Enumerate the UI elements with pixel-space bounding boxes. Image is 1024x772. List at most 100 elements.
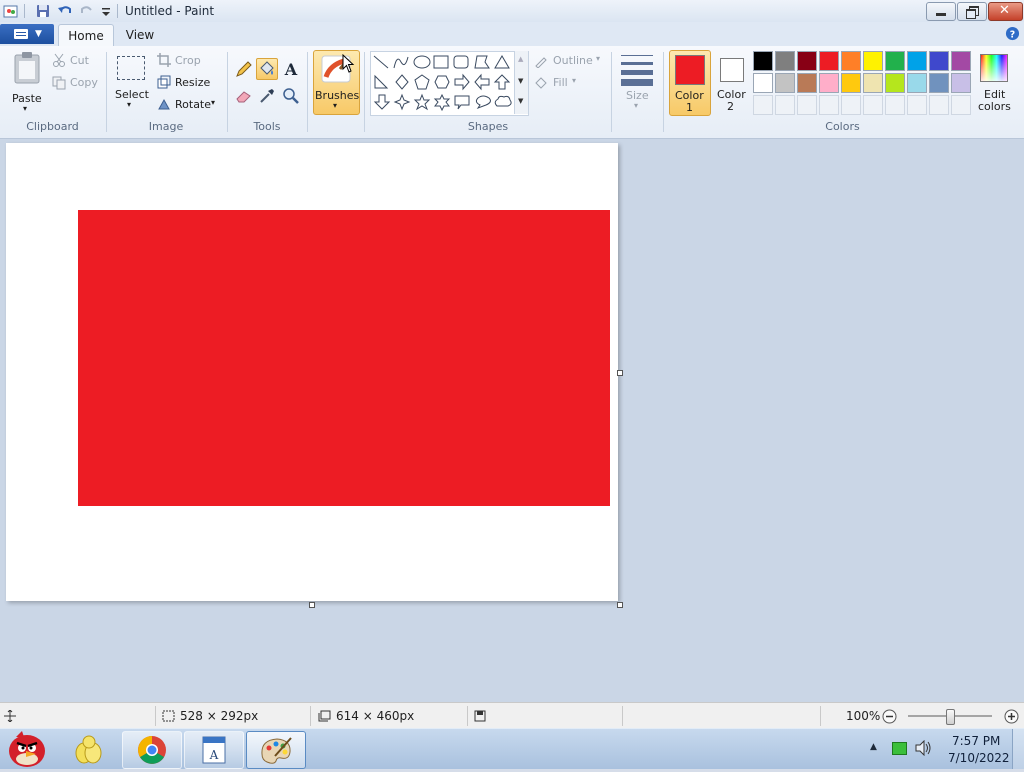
color2-button[interactable]: Color 2	[714, 50, 750, 114]
color1-button[interactable]: Color 1	[669, 50, 711, 116]
rounded-rectangle-shape-icon[interactable]	[453, 55, 469, 69]
help-icon[interactable]: ?	[1005, 26, 1020, 41]
palette-color-swatch[interactable]	[797, 73, 817, 93]
right-arrow-shape-icon[interactable]	[454, 73, 470, 91]
palette-color-swatch[interactable]	[863, 51, 883, 71]
taskbar-chrome-button[interactable]	[122, 731, 182, 769]
custom-color-slot[interactable]	[863, 95, 883, 115]
paint-app-icon[interactable]	[3, 3, 19, 19]
taskbar-explorer-button[interactable]	[60, 731, 118, 767]
palette-color-swatch[interactable]	[819, 51, 839, 71]
rounded-callout-shape-icon[interactable]	[454, 95, 470, 110]
oval-shape-icon[interactable]	[413, 55, 431, 69]
diamond-shape-icon[interactable]	[395, 74, 409, 90]
palette-color-swatch[interactable]	[753, 51, 773, 71]
palette-color-swatch[interactable]	[907, 73, 927, 93]
palette-color-swatch[interactable]	[863, 73, 883, 93]
custom-color-slot[interactable]	[907, 95, 927, 115]
pencil-tool[interactable]	[233, 58, 255, 80]
palette-color-swatch[interactable]	[775, 73, 795, 93]
canvas-resize-handle-corner[interactable]	[617, 602, 623, 608]
down-arrow-shape-icon[interactable]	[373, 94, 391, 110]
palette-color-swatch[interactable]	[819, 73, 839, 93]
paint-menu-button[interactable]: ▼	[0, 24, 54, 44]
shapes-scrollbar[interactable]: ▲ ▼ ▼	[514, 51, 528, 114]
crop-button[interactable]: Crop	[175, 54, 201, 67]
custom-color-slot[interactable]	[819, 95, 839, 115]
right-triangle-shape-icon[interactable]	[374, 74, 389, 89]
cut-button[interactable]: Cut	[70, 54, 89, 67]
tab-home[interactable]: Home	[58, 24, 114, 47]
show-hidden-icons-button[interactable]: ▲	[870, 742, 877, 752]
minimize-button[interactable]	[926, 2, 956, 21]
palette-color-swatch[interactable]	[929, 73, 949, 93]
custom-color-slot[interactable]	[885, 95, 905, 115]
custom-color-slot[interactable]	[841, 95, 861, 115]
custom-color-slot[interactable]	[929, 95, 949, 115]
custom-color-slot[interactable]	[775, 95, 795, 115]
palette-color-swatch[interactable]	[841, 73, 861, 93]
pentagon-shape-icon[interactable]	[414, 74, 430, 90]
drawing-canvas[interactable]	[6, 143, 618, 601]
five-point-star-shape-icon[interactable]	[413, 93, 431, 111]
eraser-tool[interactable]	[233, 85, 255, 107]
network-icon[interactable]	[892, 742, 907, 755]
fill-tool[interactable]	[256, 58, 278, 80]
canvas-resize-handle-right[interactable]	[617, 370, 623, 376]
oval-callout-shape-icon[interactable]	[475, 95, 491, 110]
four-point-star-shape-icon[interactable]	[393, 93, 411, 111]
magnifier-tool[interactable]	[280, 85, 302, 107]
palette-color-swatch[interactable]	[907, 51, 927, 71]
palette-color-swatch[interactable]	[951, 73, 971, 93]
canvas-resize-handle-bottom[interactable]	[309, 602, 315, 608]
curve-shape-icon[interactable]	[393, 56, 409, 69]
custom-color-slot[interactable]	[753, 95, 773, 115]
custom-color-slot[interactable]	[797, 95, 817, 115]
custom-color-slot[interactable]	[951, 95, 971, 115]
rotate-button[interactable]: Rotate	[175, 98, 211, 111]
scroll-up-icon[interactable]: ▲	[518, 55, 523, 63]
restore-button[interactable]	[957, 2, 987, 21]
palette-color-swatch[interactable]	[929, 51, 949, 71]
zoom-slider-thumb[interactable]	[946, 709, 955, 725]
volume-icon[interactable]	[914, 740, 932, 756]
scroll-down-icon[interactable]: ▼	[518, 77, 523, 85]
clock-time[interactable]: 7:57 PM	[952, 734, 1000, 748]
palette-color-swatch[interactable]	[885, 73, 905, 93]
copy-button[interactable]: Copy	[70, 76, 98, 89]
left-arrow-shape-icon[interactable]	[474, 73, 490, 91]
triangle-shape-icon[interactable]	[494, 55, 510, 69]
outline-dropdown[interactable]: Outline	[553, 54, 593, 67]
rectangle-shape-icon[interactable]	[433, 55, 449, 69]
six-point-star-shape-icon[interactable]	[433, 93, 451, 112]
redo-icon[interactable]	[79, 3, 95, 19]
undo-icon[interactable]	[57, 3, 73, 19]
hexagon-shape-icon[interactable]	[434, 75, 450, 89]
tab-view[interactable]: View	[118, 24, 162, 46]
select-button[interactable]: Select ▾	[113, 52, 149, 114]
palette-color-swatch[interactable]	[885, 51, 905, 71]
zoom-out-icon[interactable]	[882, 709, 897, 724]
show-desktop-button[interactable]	[1012, 729, 1024, 769]
size-button[interactable]: Size ▾	[617, 52, 657, 114]
cloud-callout-shape-icon[interactable]	[494, 95, 512, 107]
palette-color-swatch[interactable]	[775, 51, 795, 71]
clock-date[interactable]: 7/10/2022	[948, 751, 1010, 765]
palette-color-swatch[interactable]	[753, 73, 773, 93]
resize-button[interactable]: Resize	[175, 76, 210, 89]
qat-customize-dropdown-icon[interactable]	[98, 3, 114, 19]
close-button[interactable]: ✕	[988, 2, 1023, 21]
save-icon[interactable]	[35, 3, 51, 19]
fill-dropdown[interactable]: Fill	[553, 76, 568, 89]
start-button[interactable]	[2, 729, 52, 769]
edit-colors-button[interactable]: Edit colors	[976, 50, 1012, 114]
palette-color-swatch[interactable]	[951, 51, 971, 71]
zoom-in-icon[interactable]	[1004, 709, 1019, 724]
taskbar-paint-button[interactable]	[246, 731, 306, 769]
color-picker-tool[interactable]	[256, 85, 278, 107]
line-shape-icon[interactable]	[373, 55, 389, 69]
text-tool[interactable]: A	[280, 58, 302, 80]
red-filled-rectangle[interactable]	[78, 210, 610, 506]
taskbar-wordpad-button[interactable]: A	[184, 731, 244, 769]
palette-color-swatch[interactable]	[797, 51, 817, 71]
